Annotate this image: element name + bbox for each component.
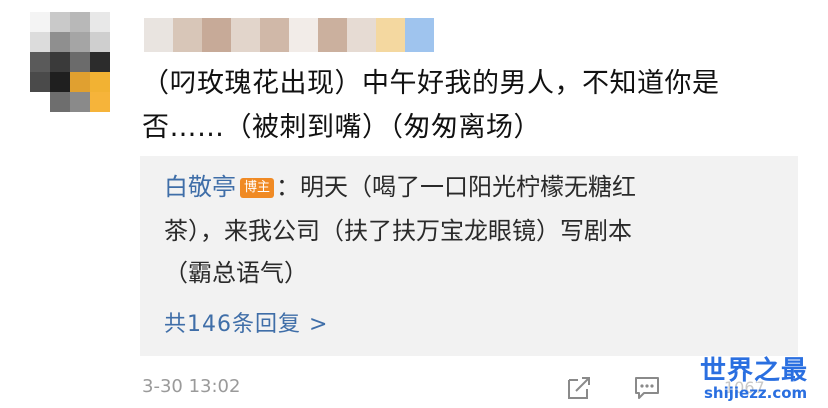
comment-line-2: 否……（被刺到嘴）（匆匆离场） (142, 112, 541, 143)
comment-icon[interactable] (632, 374, 662, 402)
blogger-badge: 博主 (240, 178, 275, 198)
comment-line-1: （叼玫瑰花出现）中午好我的男人，不知道你是 (142, 68, 720, 99)
reply-author[interactable]: 白敬亭 (164, 173, 236, 201)
more-replies-link[interactable]: 共146条回复 > (164, 306, 328, 338)
avatar[interactable] (30, 12, 110, 112)
share-icon[interactable] (564, 374, 594, 402)
watermark-title: 世界之最 (700, 356, 809, 386)
comment-body: （叼玫瑰花出现）中午好我的男人，不知道你是 否……（被刺到嘴）（匆匆离场） (142, 62, 802, 150)
watermark-logo: 世界之最 shijiezz.com (700, 350, 820, 406)
watermark-url: shijiezz.com (704, 384, 808, 402)
reply-line-1: 白敬亭 博主 ：明天（喝了一口阳光柠檬无糖红 (164, 170, 636, 204)
comment-timestamp: 3-30 13:02 (142, 376, 241, 397)
reply-text-1: ：明天（喝了一口阳光柠檬无糖红 (276, 173, 637, 201)
username-censored[interactable] (144, 18, 434, 52)
reply-preview-box[interactable]: 白敬亭 博主 ：明天（喝了一口阳光柠檬无糖红 茶），来我公司（扶了扶万宝龙眼镜）写剧… (140, 156, 798, 356)
reply-line-3: （霸总语气） (164, 259, 308, 287)
reply-line-2: 茶），来我公司（扶了扶万宝龙眼镜）写剧本 (164, 217, 632, 245)
